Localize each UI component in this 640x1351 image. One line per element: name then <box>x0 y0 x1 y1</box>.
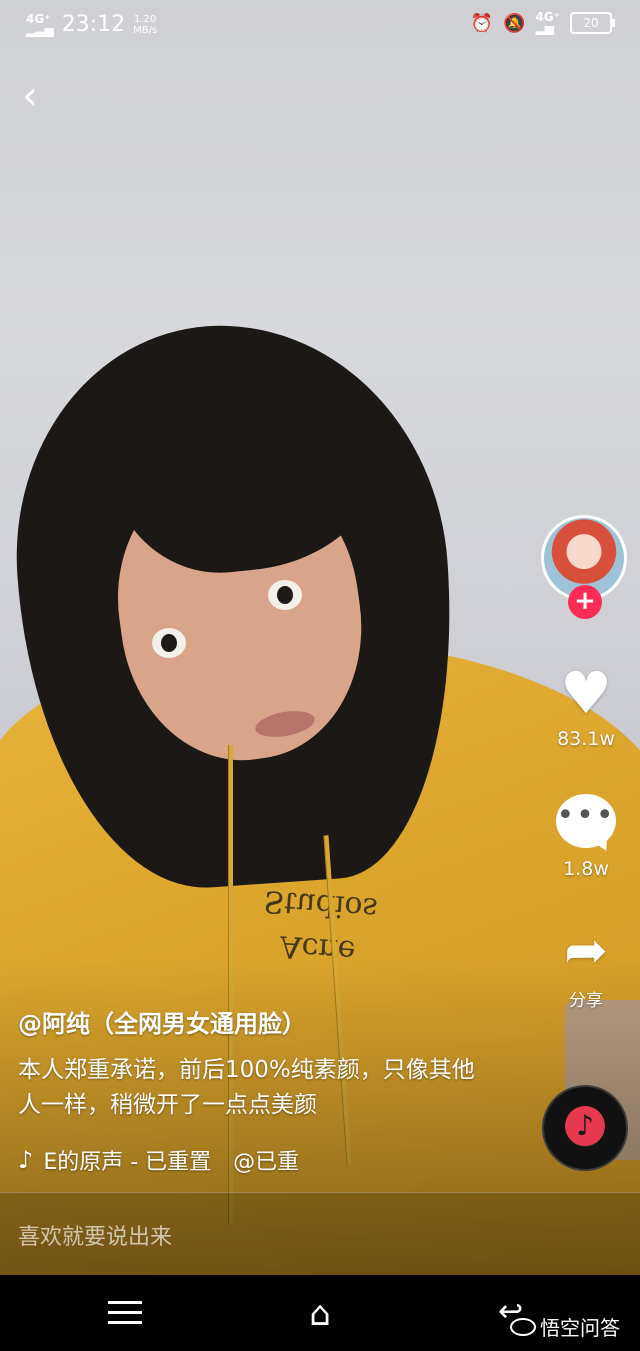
status-bar: 4G⁺ ▂▃▅ 23:12 1.20 MB/s ⏰ 🔕 4G⁺ ▂▅ 20 <box>0 0 640 48</box>
net-speed: 1.20 MB/s <box>133 14 157 36</box>
battery-level: 20 <box>583 16 599 30</box>
back-chevron-icon[interactable]: ‹ <box>22 74 62 118</box>
share-label: 分享 <box>569 991 603 1011</box>
music-disc[interactable]: ♪ <box>542 1085 628 1171</box>
comment-input[interactable]: 喜欢就要说出来 <box>18 1219 172 1251</box>
clock: 23:12 <box>61 12 126 37</box>
menu-icon[interactable] <box>108 1301 142 1325</box>
tiktok-note-icon: ♪ <box>18 1146 34 1174</box>
signal-right-bars: ▂▅ <box>535 21 554 35</box>
share-arrow-icon: ➦ <box>564 921 608 981</box>
battery-icon: 20 <box>570 12 615 34</box>
left-eye <box>152 628 186 658</box>
heart-icon: ♥ <box>560 659 612 727</box>
music-note-glyph: ♪ <box>576 1109 594 1142</box>
watermark-text: 悟空问答 <box>540 1316 620 1340</box>
author-name[interactable]: @阿纯（全网男女通用脸） <box>18 1004 306 1039</box>
net-speed-value: 1.20 <box>134 13 157 25</box>
follow-button[interactable]: + <box>568 585 602 619</box>
comment-dots: ••• <box>556 798 616 833</box>
like-count: 83.1w <box>557 728 615 750</box>
signal-icon: 4G⁺ ▂▃▅ <box>26 13 54 37</box>
comment-count: 1.8w <box>563 858 609 880</box>
music-ticker[interactable]: ♪ E的原声 - 已重置 @已重 <box>18 1144 348 1176</box>
comment-bubble-icon: ••• <box>556 794 616 848</box>
video-description: 本人郑重承诺，前后100%纯素颜，只像其他人一样，稍微开了一点点美颜 <box>18 1057 475 1118</box>
like-button[interactable]: ♥ 83.1w <box>548 662 624 750</box>
watermark: 悟空问答 <box>510 1312 620 1341</box>
net-speed-unit: MB/s <box>133 24 158 36</box>
bell-muted-icon: 🔕 <box>503 12 526 34</box>
comment-button[interactable]: ••• 1.8w <box>548 790 624 880</box>
home-icon[interactable]: ⌂ <box>297 1297 343 1331</box>
music-title: E的原声 - 已重置 @已重 <box>43 1150 300 1175</box>
music-note-icon: ♪ <box>565 1106 605 1146</box>
share-button[interactable]: ➦ 分享 <box>548 920 624 1011</box>
wukong-logo-icon <box>510 1317 536 1336</box>
status-left: 4G⁺ ▂▃▅ 23:12 1.20 MB/s <box>26 12 157 37</box>
right-eye <box>268 580 302 610</box>
signal-bars: ▂▃▅ <box>26 22 54 37</box>
alarm-icon: ⏰ <box>470 12 494 34</box>
follow-plus-icon: + <box>574 586 596 616</box>
signal-right-icon: 4G⁺ ▂▅ <box>535 11 560 35</box>
comment-bar[interactable]: 喜欢就要说出来 <box>0 1192 640 1276</box>
status-right: ⏰ 🔕 4G⁺ ▂▅ 20 <box>470 11 615 35</box>
